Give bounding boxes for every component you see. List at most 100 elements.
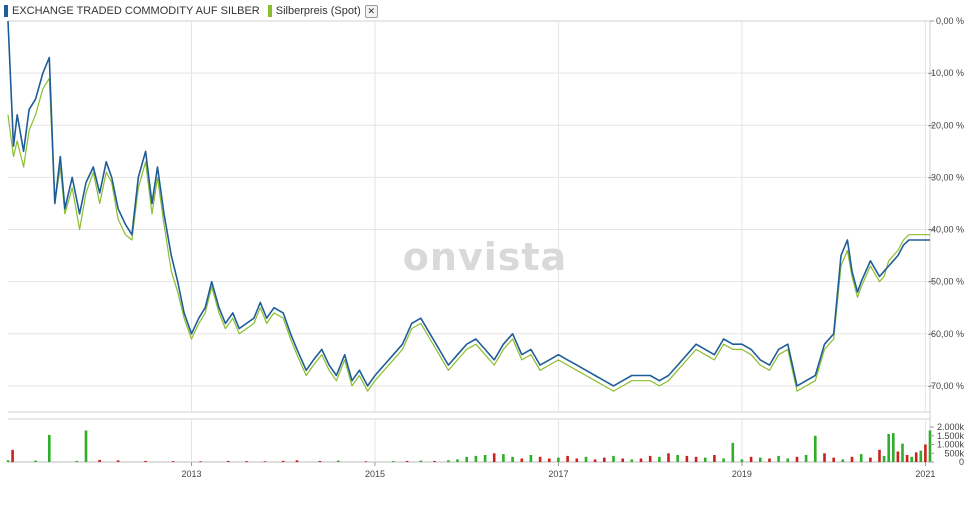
volume-bar (492, 453, 496, 463)
volume-bar (850, 456, 854, 463)
volume-bar (768, 458, 771, 462)
volume-bar (529, 455, 533, 462)
y-tick-label: -30,00 % (928, 172, 964, 182)
volume-bar (245, 461, 248, 462)
volume-bar (928, 430, 932, 462)
volume-bar (511, 456, 514, 463)
volume-bar (34, 460, 37, 462)
x-tick-label: 2021 (915, 469, 935, 479)
volume-bar (648, 455, 652, 462)
volume-bar (584, 456, 588, 463)
volume-bar (731, 442, 735, 463)
volume-bar (520, 458, 524, 462)
x-tick-label: 2019 (732, 469, 752, 479)
volume-bar (722, 458, 725, 462)
volume-bar (593, 459, 597, 462)
volume-bar (48, 434, 51, 462)
price-panel (7, 20, 930, 392)
volume-bar (337, 460, 340, 462)
y-tick-label: -40,00 % (928, 225, 964, 235)
volume-bar (859, 454, 863, 462)
volume-bar (882, 455, 886, 462)
volume-bar (364, 461, 368, 462)
volume-panel (6, 430, 932, 463)
volume-bar (804, 455, 808, 462)
volume-bar (557, 457, 560, 462)
volume-bar (98, 459, 101, 462)
volume-bar (694, 456, 698, 463)
volume-bar (892, 433, 895, 462)
y-tick-label: -10,00 % (928, 68, 964, 78)
volume-bar (116, 460, 120, 462)
volume-bar (914, 452, 918, 462)
volume-bar (538, 456, 542, 463)
volume-bar (84, 430, 88, 462)
volume-bar (630, 459, 634, 462)
volume-bar (295, 460, 299, 463)
volume-bar (896, 451, 900, 462)
volume-bar (199, 461, 202, 462)
volume-bar (75, 460, 79, 462)
volume-bar (566, 455, 569, 462)
volume-bar (667, 453, 670, 463)
volume-bar (639, 458, 643, 462)
y-tick-label: -60,00 % (928, 329, 964, 339)
volume-bar (612, 455, 615, 462)
volume-bar (901, 443, 904, 462)
volume-bar (924, 444, 927, 462)
volume-bar (433, 460, 436, 462)
volume-bar (11, 449, 14, 463)
x-tick-label: 2013 (181, 469, 201, 479)
volume-bar (318, 460, 322, 462)
volume-y-tick-label: 1.500k (937, 431, 965, 441)
volume-bar (465, 456, 468, 463)
volume-bar (6, 460, 10, 463)
volume-bar (144, 460, 147, 462)
volume-y-tick-label: 1.000k (937, 440, 965, 450)
volume-bar (483, 455, 487, 462)
volume-bar (405, 460, 409, 462)
volume-bar (910, 456, 913, 463)
axes: 0,00 % -10,00 % -20,00 % -30,00 % -40,00 % -5… (181, 16, 964, 479)
series-line-etc (7, 20, 930, 387)
volume-bar (869, 457, 872, 462)
volume-bar (392, 461, 395, 462)
volume-bar (226, 460, 230, 462)
volume-bar (447, 460, 450, 463)
watermark-logo: onvista (403, 235, 567, 279)
volume-bar (685, 455, 689, 462)
x-tick-label: 2017 (548, 469, 568, 479)
volume-bar (263, 461, 267, 462)
volume-bar (749, 456, 753, 463)
volume-bar (713, 455, 716, 462)
y-tick-label: 0,00 % (936, 16, 964, 26)
volume-bar (658, 456, 661, 463)
y-tick-label: -20,00 % (928, 120, 964, 130)
volume-y-tick-label: 2.000k (937, 422, 965, 432)
volume-bar (887, 434, 890, 462)
volume-bar (841, 459, 845, 462)
volume-bar (419, 460, 423, 462)
volume-bar (502, 454, 505, 462)
volume-bar (878, 449, 881, 463)
volume-bar (575, 458, 579, 462)
volume-y-tick-label: 0 (959, 457, 964, 467)
volume-bar (281, 460, 285, 462)
volume-bar (786, 458, 790, 462)
volume-y-tick-label: 500k (944, 448, 964, 458)
x-tick-label: 2015 (365, 469, 385, 479)
volume-bar (919, 450, 923, 462)
volume-bar (703, 457, 707, 462)
volume-bar (759, 457, 762, 462)
volume-bar (676, 455, 679, 462)
volume-bar (456, 459, 459, 462)
volume-bar (823, 453, 826, 463)
volume-bar (548, 458, 551, 462)
y-tick-label: -50,00 % (928, 277, 964, 287)
volume-bar (832, 457, 835, 462)
volume-bar (621, 458, 624, 462)
volume-bar (740, 459, 744, 462)
volume-bar (814, 435, 817, 463)
volume-bar (474, 455, 478, 462)
volume-bar (171, 461, 175, 462)
